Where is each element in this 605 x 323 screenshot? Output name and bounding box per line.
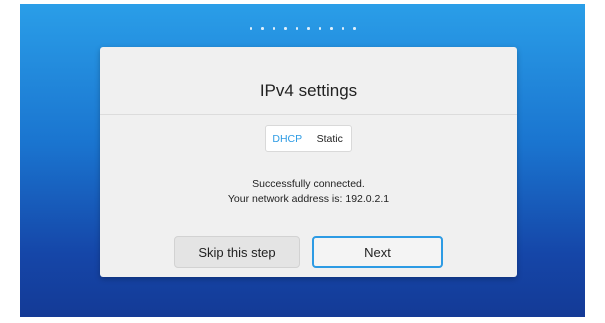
connection-status: Successfully connected. Your network add… [100,177,517,207]
progress-dot [272,27,275,30]
progress-dot [341,27,344,30]
progress-dot [249,27,252,30]
ipv4-settings-dialog: IPv4 settings DHCP Static Successfully c… [100,47,517,277]
status-message: Successfully connected. [252,178,365,190]
progress-dot [330,27,333,30]
dhcp-static-toggle: DHCP Static [265,125,352,152]
title-divider [100,114,517,115]
network-address-text: Your network address is: 192.0.2.1 [227,193,390,205]
dialog-title: IPv4 settings [259,81,358,100]
step-progress-indicator [20,27,585,30]
setup-screen: IPv4 settings DHCP Static Successfully c… [20,4,585,317]
progress-dot [284,27,287,30]
static-option[interactable]: Static [309,133,352,145]
progress-dot [261,27,264,30]
next-button[interactable]: Next [312,236,443,268]
progress-dot [295,27,298,30]
dhcp-option[interactable]: DHCP [266,133,309,145]
progress-dot [318,27,321,30]
progress-dot [353,27,356,30]
progress-dot [307,27,310,30]
skip-step-button[interactable]: Skip this step [174,236,300,268]
